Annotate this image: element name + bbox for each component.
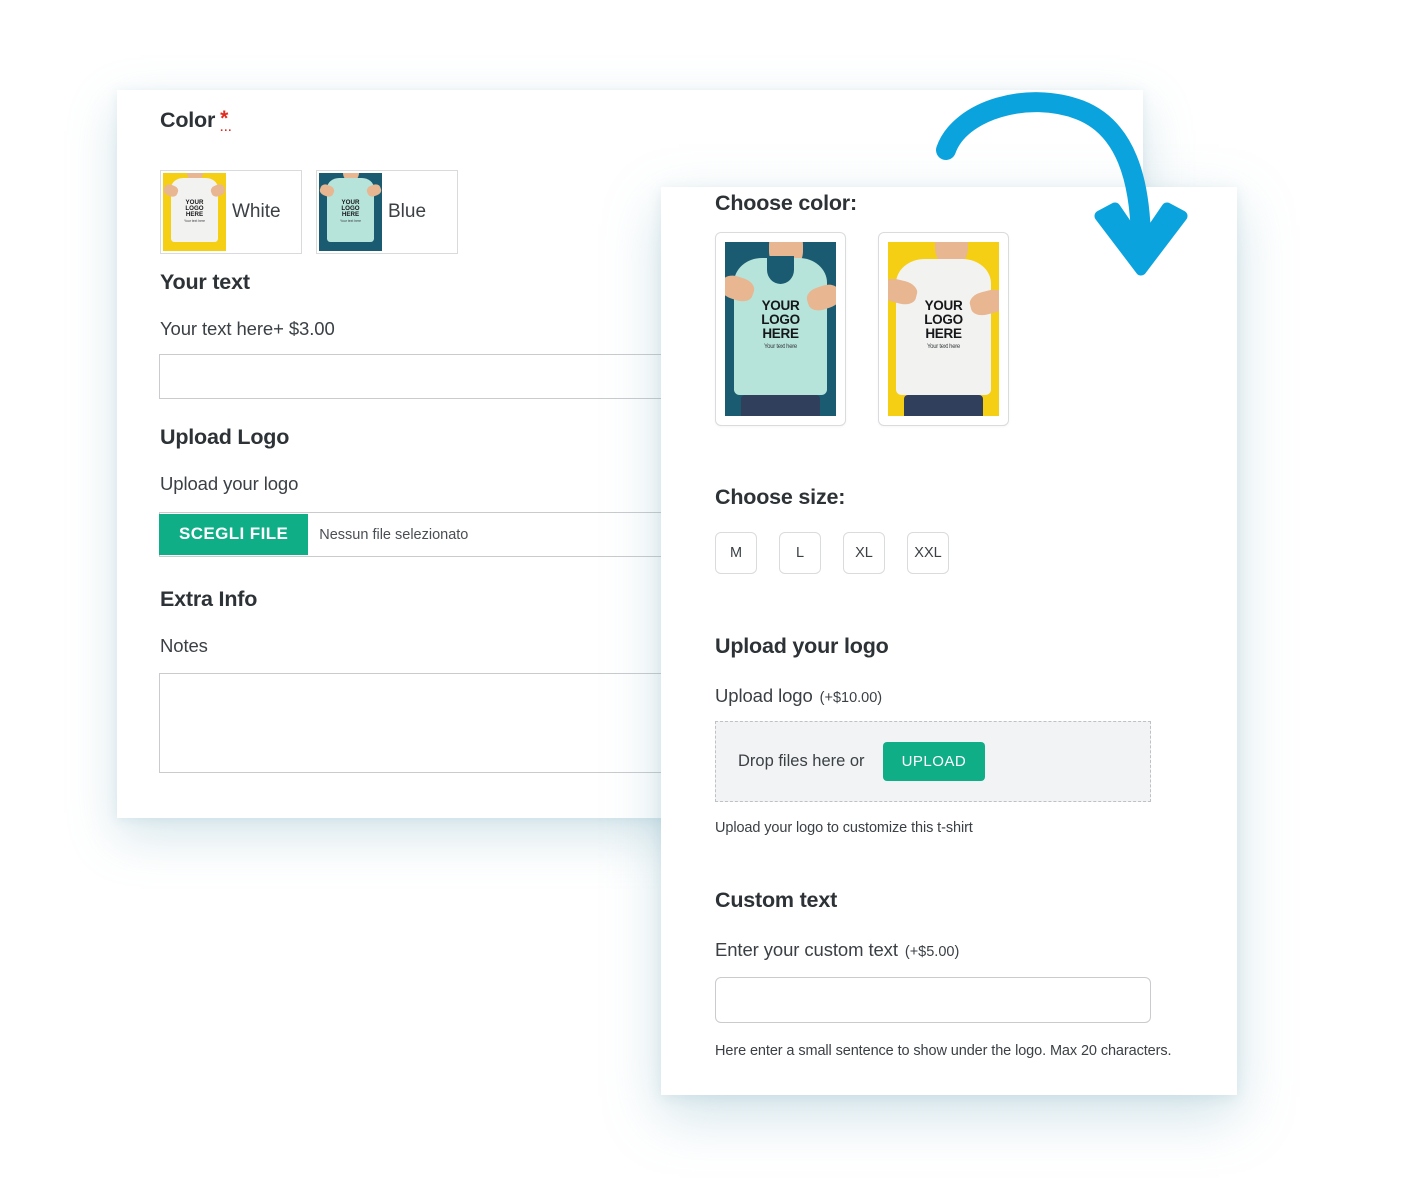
scegli-file-button[interactable]: SCEGLI FILE — [159, 514, 309, 555]
model-jeans — [740, 395, 821, 416]
required-dots: ... — [220, 122, 233, 134]
size-option-l[interactable]: L — [779, 532, 821, 574]
logo-line-2: LOGO — [761, 312, 800, 328]
logo-subtext: Your text here — [764, 343, 797, 350]
right-custom-text-price: (+$5.00) — [904, 944, 960, 960]
right-size-option-group[interactable]: M L XL XXL — [715, 532, 949, 574]
tshirt-logo-placeholder: YOUR LOGO HERE Your text here — [924, 298, 963, 350]
left-yourtext-field-label: Your text here+ $3.00 — [160, 318, 335, 339]
tshirt-vneck — [767, 255, 794, 284]
right-color-option-mint[interactable]: YOUR LOGO HERE Your text here — [715, 232, 846, 426]
left-color-swatch-group[interactable]: YOUR LOGO HERE Your text here White YOUR… — [160, 170, 458, 254]
tshirt-logo-placeholder: YOUR LOGO HERE Your text here — [184, 199, 205, 224]
right-upload-logo-label: Upload logo — [715, 685, 813, 706]
right-upload-logo-price: (+$10.00) — [819, 690, 883, 706]
left-color-swatch-white[interactable]: YOUR LOGO HERE Your text here White — [160, 170, 302, 254]
left-extrainfo-section-title: Extra Info — [160, 587, 258, 611]
logo-subtext: Your text here — [184, 219, 205, 224]
left-yourtext-section-title: Your text — [160, 270, 250, 294]
logo-line-1: YOUR — [761, 298, 800, 314]
tshirt-thumbnail-blue: YOUR LOGO HERE Your text here — [319, 173, 382, 251]
right-custom-text-input-wrap — [715, 977, 1151, 1023]
logo-line-3: HERE — [925, 325, 962, 341]
logo-subtext: Your text here — [927, 343, 960, 350]
logo-subtext: Your text here — [340, 219, 361, 224]
no-file-selected-label: Nessun file selezionato — [319, 526, 469, 543]
tshirt-photo-mint: YOUR LOGO HERE Your text here — [725, 242, 836, 416]
right-upload-logo-title: Upload your logo — [715, 634, 889, 658]
modern-product-form-card: Choose color: YOUR LOGO HERE Your text h… — [661, 187, 1237, 1095]
required-marker: *... — [220, 108, 231, 134]
logo-line-1: YOUR — [924, 298, 963, 314]
model-jeans — [903, 395, 984, 416]
logo-dropzone[interactable]: Drop files here or UPLOAD — [715, 721, 1151, 802]
left-swatch-label-white: White — [232, 201, 281, 222]
right-upload-logo-label-row: Upload logo (+$10.00) — [715, 685, 882, 707]
tshirt-photo-white: YOUR LOGO HERE Your text here — [888, 242, 999, 416]
logo-line-3: HERE — [341, 211, 360, 219]
screenshot-stage: Color *... YOUR LOGO HERE Your text here… — [0, 0, 1410, 1195]
upload-button[interactable]: UPLOAD — [882, 742, 986, 781]
logo-line-3: HERE — [762, 325, 799, 341]
size-option-m[interactable]: M — [715, 532, 757, 574]
right-upload-logo-helper: Upload your logo to customize this t-shi… — [715, 820, 973, 836]
size-option-xl[interactable]: XL — [843, 532, 885, 574]
left-upload-section-title: Upload Logo — [160, 425, 290, 449]
logo-line-2: LOGO — [924, 312, 963, 328]
tshirt-thumbnail-white: YOUR LOGO HERE Your text here — [163, 173, 226, 251]
right-color-option-group[interactable]: YOUR LOGO HERE Your text here YOUR LOGO … — [715, 232, 1009, 426]
left-upload-field-label: Upload your logo — [160, 473, 299, 494]
size-option-xxl[interactable]: XXL — [907, 532, 949, 574]
tshirt-logo-placeholder: YOUR LOGO HERE Your text here — [761, 298, 800, 350]
left-color-section-title: Color *... — [160, 108, 231, 134]
logo-line-3: HERE — [185, 211, 204, 219]
right-custom-text-title: Custom text — [715, 888, 838, 912]
right-choose-color-title: Choose color: — [715, 191, 857, 215]
right-choose-size-title: Choose size: — [715, 485, 846, 509]
custom-text-input[interactable] — [715, 977, 1151, 1023]
right-color-option-white[interactable]: YOUR LOGO HERE Your text here — [878, 232, 1009, 426]
left-color-swatch-blue[interactable]: YOUR LOGO HERE Your text here Blue — [316, 170, 458, 254]
left-notes-field-label: Notes — [160, 635, 208, 656]
right-custom-text-helper: Here enter a small sentence to show unde… — [715, 1043, 1172, 1059]
right-custom-text-label-row: Enter your custom text (+$5.00) — [715, 939, 959, 961]
left-color-title-text: Color — [160, 108, 216, 132]
left-swatch-label-blue: Blue — [388, 201, 427, 222]
dropzone-label: Drop files here or — [738, 752, 865, 770]
right-custom-text-label: Enter your custom text — [715, 939, 898, 960]
tshirt-logo-placeholder: YOUR LOGO HERE Your text here — [340, 199, 361, 224]
